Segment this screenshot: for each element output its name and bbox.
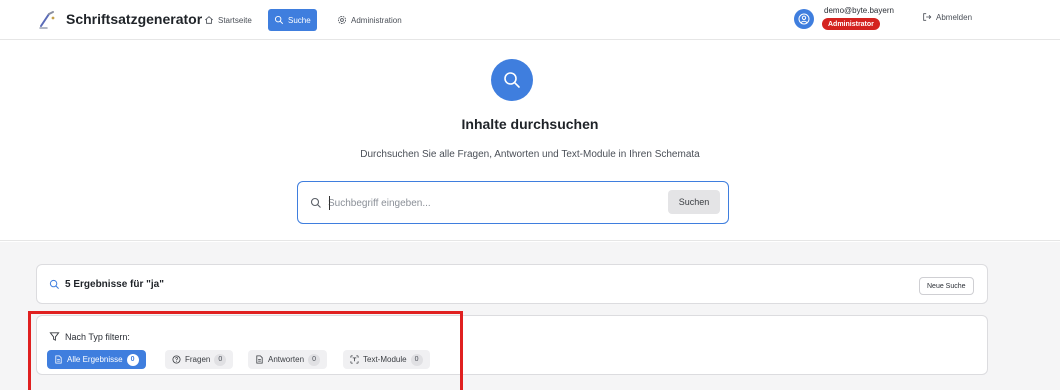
search-icon bbox=[274, 15, 284, 25]
nav-home[interactable]: Startseite bbox=[198, 9, 258, 31]
nav-administration[interactable]: Administration bbox=[331, 9, 408, 31]
hero-search-badge bbox=[491, 59, 533, 101]
search-box: Suchen bbox=[297, 181, 729, 224]
user-avatar[interactable] bbox=[794, 9, 814, 29]
nav-home-label: Startseite bbox=[218, 15, 252, 25]
search-icon bbox=[310, 197, 321, 208]
nav-search[interactable]: Suche bbox=[268, 9, 317, 31]
text-cursor bbox=[329, 196, 330, 210]
app-title[interactable]: Schriftsatzgenerator bbox=[66, 11, 202, 27]
search-icon bbox=[49, 279, 59, 289]
page-subtitle: Durchsuchen Sie alle Fragen, Antworten u… bbox=[360, 149, 700, 160]
user-email: demo@byte.bayern bbox=[824, 6, 894, 15]
logout-label: Abmelden bbox=[936, 12, 973, 22]
results-count: 5 Ergebnisse für "ja" bbox=[65, 279, 164, 290]
top-navigation-bar: Schriftsatzgenerator Startseite Suche Ad… bbox=[0, 0, 1060, 40]
search-hero-section: Inhalte durchsuchen Durchsuchen Sie alle… bbox=[0, 41, 1060, 241]
nav-search-label: Suche bbox=[288, 15, 311, 25]
app-logo-icon bbox=[39, 11, 55, 29]
search-input[interactable] bbox=[328, 193, 648, 213]
home-icon bbox=[204, 16, 214, 24]
logout-icon bbox=[923, 13, 932, 21]
annotation-highlight-box bbox=[28, 311, 463, 390]
nav-admin-label: Administration bbox=[351, 15, 402, 25]
user-icon bbox=[798, 13, 810, 25]
page-title: Inhalte durchsuchen bbox=[461, 116, 599, 132]
results-summary-card: 5 Ergebnisse für "ja" Neue Suche bbox=[36, 264, 988, 304]
gear-icon bbox=[337, 15, 347, 25]
search-submit-button[interactable]: Suchen bbox=[668, 190, 720, 214]
logout-button[interactable]: Abmelden bbox=[922, 12, 972, 22]
new-search-button[interactable]: Neue Suche bbox=[919, 277, 974, 295]
search-icon bbox=[504, 72, 520, 88]
role-badge: Administrator bbox=[822, 18, 880, 30]
